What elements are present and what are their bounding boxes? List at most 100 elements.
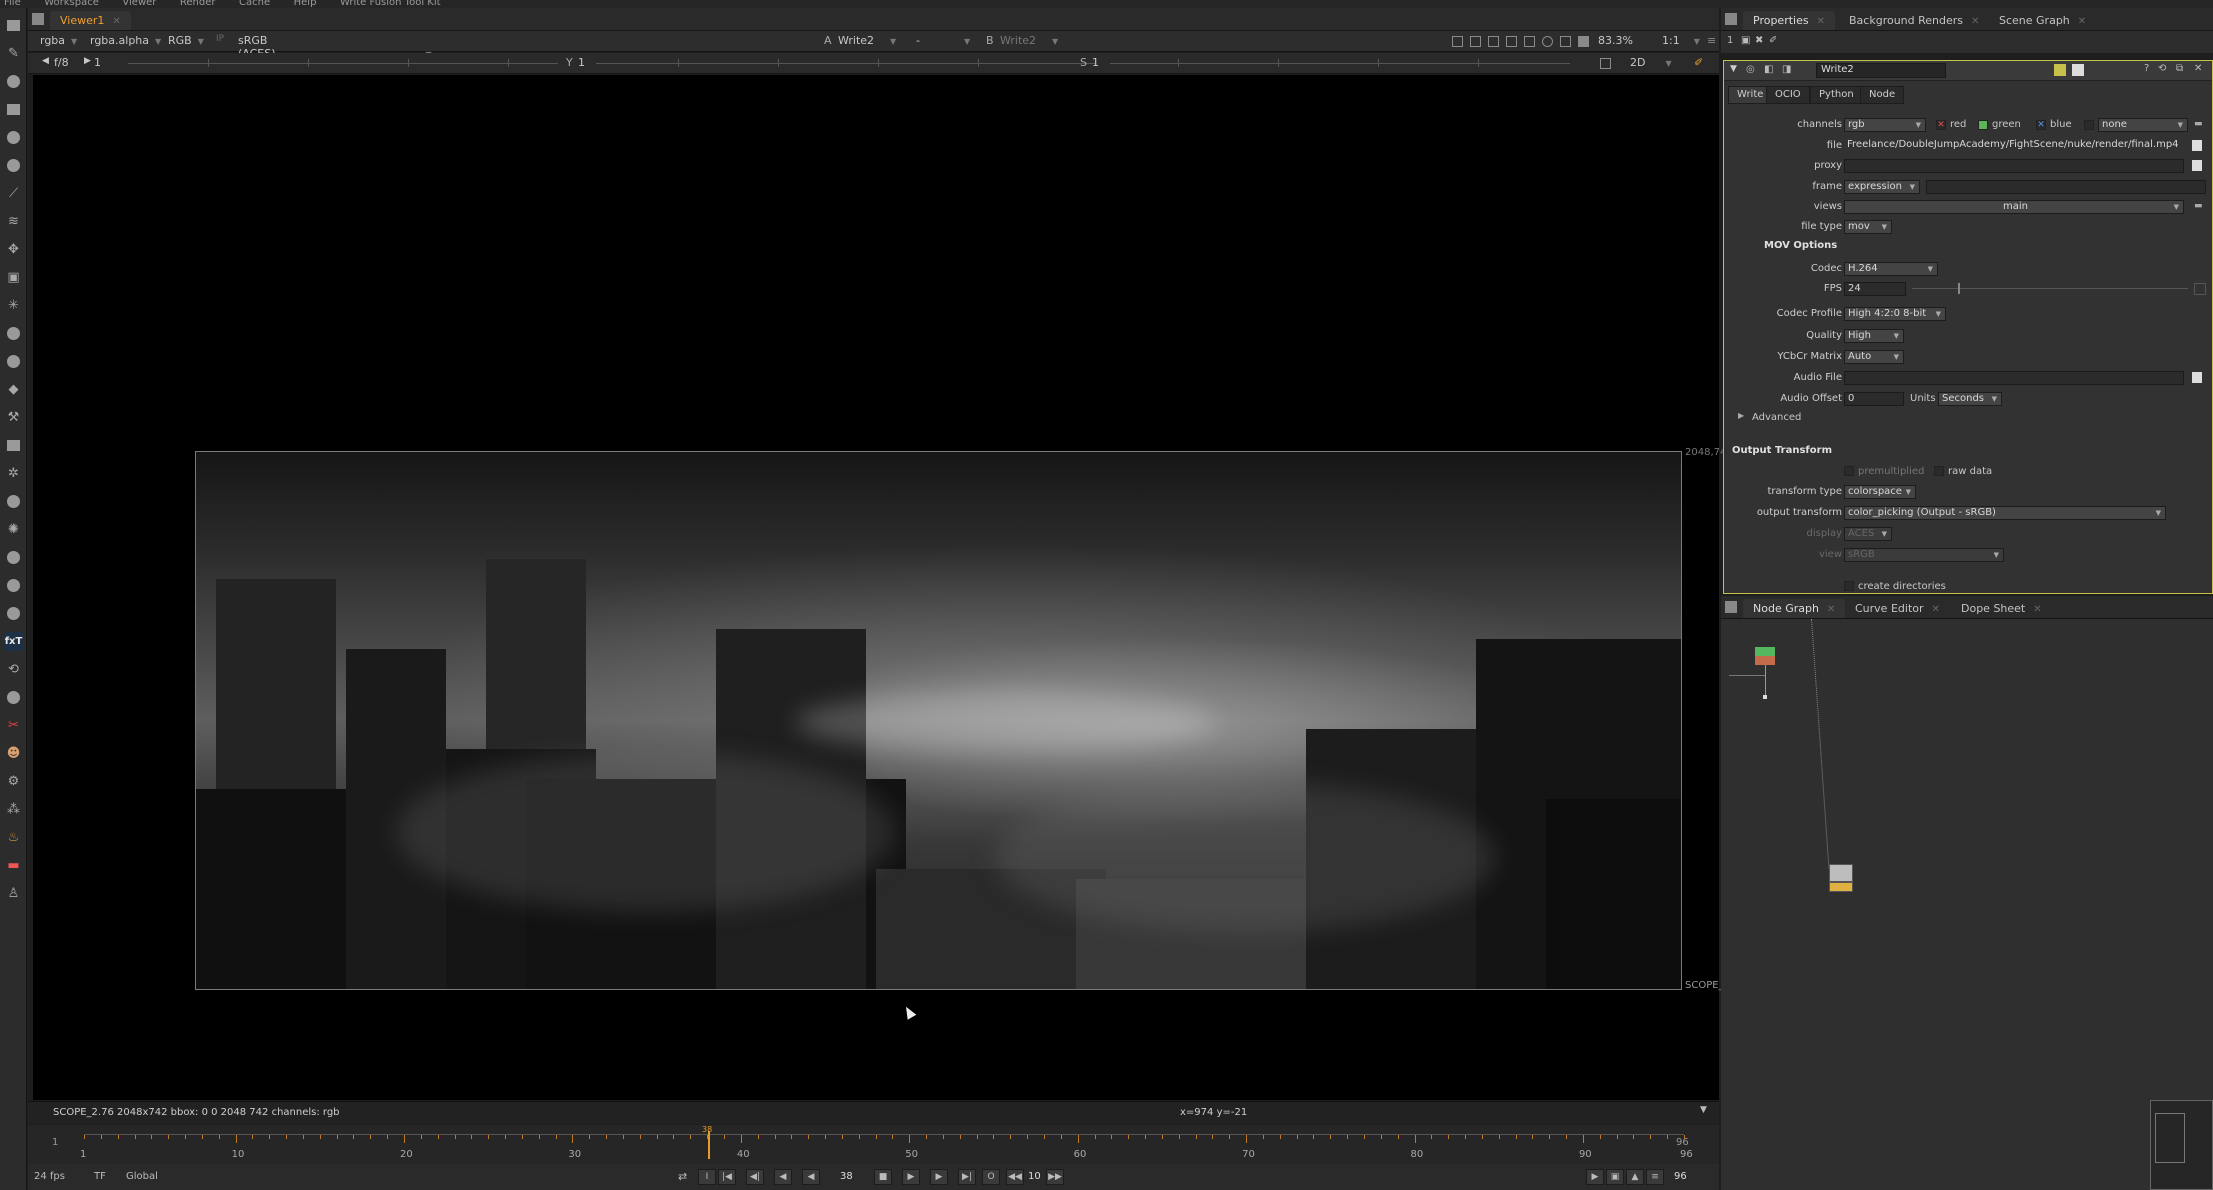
quality-dropdown[interactable]: High ▼ — [1844, 329, 1904, 343]
center-node-icon[interactable]: ◎ — [1746, 64, 1755, 75]
fps-slider[interactable] — [1912, 288, 2188, 289]
file-browser-icon[interactable] — [2192, 140, 2202, 151]
tab-dope-sheet[interactable]: Dope Sheet ✕ — [1951, 599, 2052, 618]
view-dropdown[interactable]: sRGB ▼ — [1844, 548, 2004, 562]
wipe-icon[interactable] — [1488, 36, 1499, 47]
font-color-swatch[interactable] — [2072, 64, 2084, 76]
float-icon[interactable]: ⧉ — [2176, 63, 2183, 74]
plugin-k-icon[interactable]: ▬ — [4, 856, 23, 875]
plugin-b-icon[interactable] — [4, 548, 23, 567]
node-graph-minimap[interactable] — [2150, 1100, 2213, 1190]
audio-offset-field[interactable]: 0 — [1844, 392, 1904, 406]
close-icon[interactable]: ✕ — [2078, 16, 2086, 27]
tab-properties[interactable]: Properties ✕ — [1743, 11, 1835, 30]
alpha-channel-dropdown[interactable]: none ▼ — [2098, 118, 2188, 132]
alpha-checkbox[interactable] — [2084, 120, 2094, 130]
display-dropdown[interactable]: ACES ▼ — [1844, 527, 1892, 541]
time-nodes-icon[interactable] — [4, 72, 23, 91]
tab-python[interactable]: Python — [1810, 86, 1863, 104]
in-point-button[interactable]: I — [698, 1169, 716, 1185]
saturation-slider[interactable] — [1110, 63, 1570, 64]
tab-curve-editor[interactable]: Curve Editor ✕ — [1845, 599, 1950, 618]
transform-nodes-icon[interactable]: ✥ — [4, 240, 23, 259]
next-frame-button[interactable]: ▶ — [930, 1169, 948, 1185]
out-point-button[interactable]: O — [982, 1169, 1000, 1185]
tab-background-renders[interactable]: Background Renders ✕ — [1839, 11, 1989, 30]
other-nodes-icon[interactable] — [4, 436, 23, 455]
fxt-icon[interactable]: fxT — [4, 632, 23, 651]
loop-icon[interactable]: ⇄ — [678, 1170, 687, 1183]
collapse-icon[interactable]: ▼ — [1730, 64, 1737, 74]
b-input-dropdown[interactable]: Write2 ▼ — [996, 34, 1066, 49]
frame-expression-field[interactable] — [1926, 180, 2206, 194]
range-mode-dropdown[interactable]: Global — [126, 1171, 158, 1182]
minimap-viewport[interactable] — [2155, 1113, 2185, 1163]
end-frame-field[interactable]: 96 — [1674, 1171, 1687, 1182]
fstop-value[interactable]: f/8 — [50, 56, 69, 71]
go-to-start-button[interactable]: |◀ — [718, 1169, 736, 1185]
image-nodes-icon[interactable] — [4, 16, 23, 35]
current-frame-marker[interactable]: 38 — [702, 1125, 712, 1159]
range-options-button[interactable]: ≡ — [1646, 1169, 1664, 1185]
plugin-g-icon[interactable]: ✂ — [4, 716, 23, 735]
skip-forward-button[interactable]: ▶▶ — [1046, 1169, 1064, 1185]
gamma-slider[interactable] — [596, 63, 1096, 64]
go-to-end-button[interactable]: ▶| — [958, 1169, 976, 1185]
viewer-canvas[interactable]: 2048,742 SCOPE_2.76 — [33, 75, 1746, 1100]
region-icon[interactable] — [1470, 36, 1481, 47]
overlay-icon[interactable] — [1506, 36, 1517, 47]
viewer-options-icon[interactable]: ≡ — [1703, 34, 1716, 49]
3d-nodes-icon[interactable]: ▣ — [4, 268, 23, 287]
audio-file-field[interactable] — [1844, 371, 2184, 385]
tf-dropdown[interactable]: TF — [94, 1171, 106, 1182]
clear-panels-icon[interactable]: ✖ — [1755, 35, 1763, 46]
write-node-body[interactable] — [1829, 864, 1853, 882]
play-forward-button[interactable]: ▶ — [902, 1169, 920, 1185]
plugin-e-icon[interactable]: ⟲ — [4, 660, 23, 679]
face-plugin-icon[interactable]: ☻ — [4, 744, 23, 763]
node-graph-canvas[interactable] — [1721, 618, 2213, 1190]
draw-nodes-icon[interactable]: ✎ — [4, 44, 23, 63]
plugin-l-icon[interactable]: ♙ — [4, 884, 23, 903]
close-icon[interactable]: ✕ — [1817, 16, 1825, 27]
node-name-field[interactable]: Write2 — [1816, 63, 1946, 78]
menu-workspace[interactable]: Workspace — [44, 0, 99, 8]
merge-nodes-icon[interactable]: ≋ — [4, 212, 23, 231]
raw-data-checkbox[interactable] — [1934, 466, 1944, 476]
views-nodes-icon[interactable] — [4, 352, 23, 371]
fps-field[interactable]: 24 — [1844, 282, 1906, 296]
green-checkbox[interactable] — [1978, 120, 1988, 130]
premultiplied-checkbox[interactable] — [1844, 466, 1854, 476]
viewer-node-bottom[interactable] — [1755, 656, 1775, 665]
flipbook-button[interactable]: ▣ — [1606, 1169, 1624, 1185]
proxy-field[interactable] — [1844, 159, 2184, 173]
audio-browser-icon[interactable] — [2192, 372, 2202, 383]
refresh-icon[interactable] — [1542, 36, 1553, 47]
gamma-value[interactable]: 1 — [574, 56, 585, 71]
blue-checkbox[interactable]: ✕ — [2036, 120, 2046, 130]
zoom-dropdown[interactable]: 83.3% — [1594, 34, 1633, 49]
metadata-nodes-icon[interactable]: ◆ — [4, 380, 23, 399]
codec-profile-dropdown[interactable]: High 4:2:0 8-bit ▼ — [1844, 307, 1946, 321]
codec-dropdown[interactable]: H.264 ▼ — [1844, 262, 1938, 276]
playback-mode-button[interactable]: ▶ — [1586, 1169, 1604, 1185]
view-mode-dropdown[interactable]: 2D ▼ — [1626, 56, 1686, 71]
frame-mode-dropdown[interactable]: expression ▼ — [1844, 180, 1920, 194]
close-icon[interactable]: ✕ — [112, 16, 120, 27]
menu-file[interactable]: File — [4, 0, 21, 8]
saturation-value[interactable]: 1 — [1088, 56, 1099, 71]
close-icon[interactable]: ✕ — [1971, 16, 1979, 27]
particles-nodes-icon[interactable]: ✳ — [4, 296, 23, 315]
menu-render[interactable]: Render — [180, 0, 216, 8]
proxy-browser-icon[interactable] — [2192, 160, 2202, 171]
close-icon[interactable]: ✕ — [1827, 604, 1835, 615]
play-backward-button[interactable]: ◀ — [802, 1169, 820, 1185]
toolsets-icon[interactable]: ⚒ — [4, 408, 23, 427]
tab-viewer1[interactable]: Viewer1 ✕ — [50, 11, 131, 30]
skip-back-button[interactable]: ◀◀ — [1006, 1169, 1024, 1185]
prev-frame-button[interactable]: ◀ — [774, 1169, 792, 1185]
alpha-dropdown[interactable]: rgba.alpha ▼ — [86, 34, 161, 49]
color-nodes-icon[interactable] — [4, 128, 23, 147]
channels-dropdown[interactable]: rgb ▼ — [1844, 118, 1926, 132]
animation-icon[interactable] — [2194, 283, 2206, 295]
